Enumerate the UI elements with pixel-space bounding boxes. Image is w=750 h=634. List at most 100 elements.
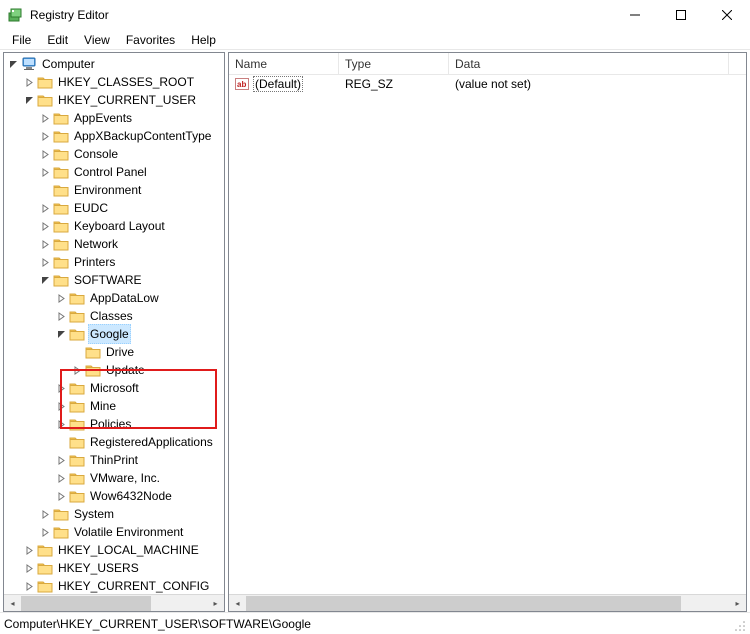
tree-node-mine[interactable]: Mine — [4, 397, 224, 415]
minimize-button[interactable] — [612, 0, 658, 30]
expander-icon[interactable] — [38, 219, 52, 233]
menu-view[interactable]: View — [76, 31, 118, 49]
expander-icon[interactable] — [22, 75, 36, 89]
tree-node-printers[interactable]: Printers — [4, 253, 224, 271]
folder-icon — [53, 219, 69, 233]
expander-icon[interactable] — [54, 453, 68, 467]
tree-node-appdatalow[interactable]: AppDataLow — [4, 289, 224, 307]
tree-node-microsoft[interactable]: Microsoft — [4, 379, 224, 397]
values-scrollbar-horizontal[interactable]: ◂ ▸ — [229, 594, 746, 611]
folder-icon — [69, 291, 85, 305]
scroll-track[interactable] — [21, 595, 207, 611]
column-type[interactable]: Type — [339, 53, 449, 74]
tree-node-network[interactable]: Network — [4, 235, 224, 253]
tree-node-eudc[interactable]: EUDC — [4, 199, 224, 217]
tree-node-software[interactable]: SOFTWARE — [4, 271, 224, 289]
expander-icon[interactable] — [22, 561, 36, 575]
tree-node-controlpanel[interactable]: Control Panel — [4, 163, 224, 181]
tree-label: Policies — [88, 415, 133, 433]
expander-icon[interactable] — [38, 507, 52, 521]
tree-node-volatile[interactable]: Volatile Environment — [4, 523, 224, 541]
scroll-thumb[interactable] — [21, 596, 151, 611]
tree-node-hklm[interactable]: HKEY_LOCAL_MACHINE — [4, 541, 224, 559]
expander-icon[interactable] — [38, 147, 52, 161]
maximize-button[interactable] — [658, 0, 704, 30]
menu-file[interactable]: File — [4, 31, 39, 49]
tree-node-regapps[interactable]: RegisteredApplications — [4, 433, 224, 451]
tree-node-hku[interactable]: HKEY_USERS — [4, 559, 224, 577]
tree-scrollbar-horizontal[interactable]: ◂ ▸ — [4, 594, 224, 611]
tree-label: Environment — [72, 181, 143, 199]
tree-node-keyboard[interactable]: Keyboard Layout — [4, 217, 224, 235]
expander-icon[interactable] — [70, 363, 84, 377]
expander-icon[interactable] — [38, 255, 52, 269]
tree-label: Computer — [40, 55, 97, 73]
tree-label: HKEY_CURRENT_CONFIG — [56, 577, 211, 594]
folder-icon — [85, 345, 101, 359]
close-button[interactable] — [704, 0, 750, 30]
main-area: ComputerHKEY_CLASSES_ROOTHKEY_CURRENT_US… — [0, 52, 750, 612]
menu-edit[interactable]: Edit — [39, 31, 76, 49]
tree-node-hkcc[interactable]: HKEY_CURRENT_CONFIG — [4, 577, 224, 594]
expander-icon[interactable] — [54, 327, 68, 341]
tree-label: HKEY_CURRENT_USER — [56, 91, 198, 109]
expander-icon[interactable] — [38, 111, 52, 125]
tree-view[interactable]: ComputerHKEY_CLASSES_ROOTHKEY_CURRENT_US… — [4, 53, 224, 594]
tree-node-google[interactable]: Google — [4, 325, 224, 343]
tree-node-hkcr[interactable]: HKEY_CLASSES_ROOT — [4, 73, 224, 91]
expander-icon[interactable] — [38, 273, 52, 287]
resize-grip-icon[interactable] — [730, 616, 746, 632]
column-data[interactable]: Data — [449, 53, 729, 74]
expander-icon[interactable] — [22, 93, 36, 107]
expander-icon[interactable] — [54, 417, 68, 431]
tree-label: ThinPrint — [88, 451, 140, 469]
tree-node-thinprint[interactable]: ThinPrint — [4, 451, 224, 469]
expander-icon[interactable] — [38, 237, 52, 251]
menu-favorites[interactable]: Favorites — [118, 31, 183, 49]
tree-label: AppXBackupContentType — [72, 127, 213, 145]
expander-icon[interactable] — [38, 129, 52, 143]
tree-node-console[interactable]: Console — [4, 145, 224, 163]
tree-node-vmware[interactable]: VMware, Inc. — [4, 469, 224, 487]
scroll-thumb[interactable] — [246, 596, 681, 611]
tree-node-system[interactable]: System — [4, 505, 224, 523]
tree-label: Drive — [104, 343, 136, 361]
tree-node-update[interactable]: Update — [4, 361, 224, 379]
folder-icon — [53, 525, 69, 539]
tree-node-classes[interactable]: Classes — [4, 307, 224, 325]
expander-icon[interactable] — [6, 57, 20, 71]
expander-icon[interactable] — [54, 291, 68, 305]
menu-help[interactable]: Help — [183, 31, 224, 49]
expander-icon[interactable] — [38, 525, 52, 539]
column-type-label: Type — [345, 57, 371, 71]
folder-icon — [53, 183, 69, 197]
list-item[interactable]: ab (Default) REG_SZ (value not set) — [229, 75, 746, 93]
tree-node-appxbackup[interactable]: AppXBackupContentType — [4, 127, 224, 145]
scroll-right-button[interactable]: ▸ — [207, 595, 224, 612]
tree-node-environment[interactable]: Environment — [4, 181, 224, 199]
tree-node-hkcu[interactable]: HKEY_CURRENT_USER — [4, 91, 224, 109]
value-type: REG_SZ — [345, 77, 393, 91]
expander-icon[interactable] — [38, 165, 52, 179]
column-name[interactable]: Name — [229, 53, 339, 74]
tree-node-wow64[interactable]: Wow6432Node — [4, 487, 224, 505]
expander-icon[interactable] — [54, 309, 68, 323]
expander-icon[interactable] — [22, 579, 36, 593]
values-list[interactable]: ab (Default) REG_SZ (value not set) — [229, 75, 746, 594]
tree-node-policies[interactable]: Policies — [4, 415, 224, 433]
expander-icon[interactable] — [38, 201, 52, 215]
tree-node-drive[interactable]: Drive — [4, 343, 224, 361]
folder-icon — [37, 93, 53, 107]
expander-icon[interactable] — [54, 399, 68, 413]
scroll-right-button[interactable]: ▸ — [729, 595, 746, 612]
scroll-left-button[interactable]: ◂ — [4, 595, 21, 612]
expander-icon[interactable] — [54, 471, 68, 485]
scroll-left-button[interactable]: ◂ — [229, 595, 246, 612]
tree-node-appevents[interactable]: AppEvents — [4, 109, 224, 127]
tree-label: HKEY_USERS — [56, 559, 141, 577]
expander-icon[interactable] — [22, 543, 36, 557]
scroll-track[interactable] — [246, 595, 729, 611]
tree-node-computer[interactable]: Computer — [4, 55, 224, 73]
expander-icon[interactable] — [54, 381, 68, 395]
expander-icon[interactable] — [54, 489, 68, 503]
